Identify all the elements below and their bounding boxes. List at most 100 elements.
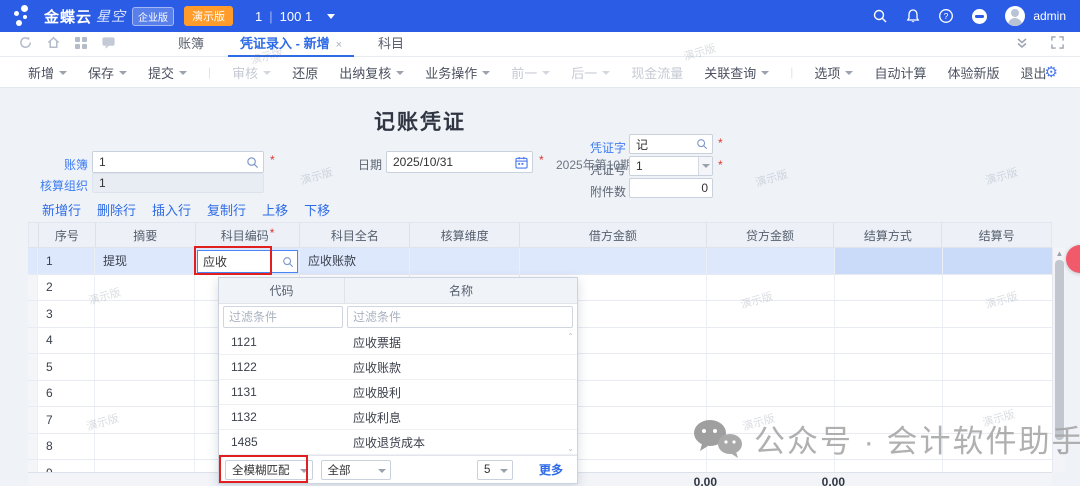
account-name-cell[interactable]: 应收账款	[300, 248, 410, 274]
row-gutter[interactable]	[28, 381, 38, 407]
toolbar-button[interactable]: 选项	[814, 63, 853, 82]
settle-no-cell[interactable]	[943, 354, 1052, 380]
date-input[interactable]: 2025/10/31	[386, 151, 533, 173]
tab-close-icon[interactable]: ×	[336, 39, 342, 51]
summary-cell[interactable]	[95, 354, 195, 380]
credit-cell[interactable]	[707, 354, 835, 380]
grid-column-header[interactable]: 科目全名	[300, 223, 410, 247]
more-link[interactable]: 更多	[539, 461, 563, 478]
lookup-magnifier-icon[interactable]	[282, 256, 294, 268]
toolbar-button[interactable]: 出纳复核	[339, 63, 404, 82]
grid-column-header[interactable]: 结算号	[942, 223, 1051, 247]
user-name[interactable]: admin	[1033, 9, 1066, 23]
tab-2[interactable]: 凭证录入 - 新增×	[222, 32, 360, 57]
settle-no-cell[interactable]	[943, 248, 1052, 274]
seq-cell[interactable]: 5	[38, 354, 95, 380]
attachments-input[interactable]: 0	[629, 178, 713, 198]
code-filter-input[interactable]	[223, 306, 343, 328]
tab-1[interactable]: 账簿	[160, 32, 222, 57]
row-action-link[interactable]: 复制行	[207, 200, 246, 219]
toolbar-button[interactable]: 新增	[28, 63, 67, 82]
tab-3[interactable]: 科目	[360, 32, 422, 57]
do-not-disturb-icon[interactable]	[971, 8, 988, 25]
name-filter-input[interactable]	[347, 306, 573, 328]
page-size-select[interactable]: 5	[477, 460, 513, 480]
lookup-magnifier-icon[interactable]	[246, 156, 259, 169]
home-icon[interactable]	[46, 35, 61, 53]
calendar-icon[interactable]	[515, 156, 528, 169]
collapse-double-chevron-icon[interactable]	[1015, 36, 1029, 53]
summary-cell[interactable]: 提现	[95, 248, 195, 274]
list-scroll-up-icon[interactable]: ⌃	[567, 332, 574, 341]
dimension-cell[interactable]	[410, 248, 520, 274]
row-gutter[interactable]	[28, 275, 38, 301]
seq-cell[interactable]: 1	[38, 248, 95, 274]
row-gutter[interactable]	[28, 248, 38, 274]
apps-grid-icon[interactable]	[74, 36, 88, 53]
toolbar-button[interactable]: 自动计算	[874, 63, 926, 82]
debit-cell[interactable]	[520, 248, 707, 274]
row-action-link[interactable]: 下移	[304, 200, 330, 219]
grid-column-header[interactable]: 贷方金额	[707, 223, 835, 247]
list-scroll-down-icon[interactable]: ⌄	[567, 444, 574, 453]
account-option-1122[interactable]: 1122应收账款	[219, 355, 577, 380]
account-option-1485[interactable]: 1485应收退货成本	[219, 430, 577, 455]
accounting-org-label[interactable]: 核算组织	[28, 177, 88, 194]
book-label[interactable]: 账簿	[30, 156, 88, 173]
row-gutter[interactable]	[28, 407, 38, 433]
user-avatar[interactable]	[1005, 6, 1025, 26]
voucher-word-label[interactable]: 凭证字	[586, 139, 626, 156]
row-action-link[interactable]: 上移	[262, 200, 288, 219]
fullscreen-icon[interactable]	[1051, 36, 1064, 52]
scrollbar-thumb[interactable]	[1055, 260, 1064, 440]
row-gutter[interactable]	[28, 328, 38, 354]
grid-column-header[interactable]: 科目编码*	[196, 223, 301, 247]
row-action-link[interactable]: 删除行	[97, 200, 136, 219]
book-input[interactable]: 1	[92, 151, 264, 173]
voucher-word-input[interactable]: 记	[629, 134, 713, 154]
credit-cell[interactable]	[707, 328, 835, 354]
grid-column-header[interactable]: 核算维度	[410, 223, 520, 247]
row-action-link[interactable]: 插入行	[152, 200, 191, 219]
seq-cell[interactable]: 6	[38, 381, 95, 407]
toolbar-button[interactable]: 保存	[88, 63, 127, 82]
scroll-up-arrow-icon[interactable]: ▲	[1054, 249, 1065, 258]
settle-method-cell[interactable]	[835, 275, 943, 301]
grid-row-1[interactable]: 1提现 应收账款	[28, 248, 1052, 275]
voucher-no-dropdown-button[interactable]	[698, 157, 712, 175]
toolbar-settings-gear-icon[interactable]: ⚙	[1045, 63, 1058, 81]
search-icon[interactable]	[872, 8, 888, 24]
summary-cell[interactable]	[95, 328, 195, 354]
grid-column-header[interactable]: 序号	[39, 223, 96, 247]
grid-column-header[interactable]: 结算方式	[834, 223, 942, 247]
seq-cell[interactable]: 3	[38, 301, 95, 327]
message-icon[interactable]	[101, 35, 116, 53]
credit-cell[interactable]	[707, 248, 835, 274]
settle-method-cell[interactable]	[835, 248, 943, 274]
toolbar-button[interactable]: 业务操作	[425, 63, 490, 82]
toolbar-button[interactable]: 关联查询	[704, 63, 769, 82]
credit-cell[interactable]	[707, 381, 835, 407]
row-gutter[interactable]	[28, 301, 38, 327]
account-option-1121[interactable]: 1121应收票据	[219, 330, 577, 355]
toolbar-button[interactable]: 还原	[292, 63, 318, 82]
grid-column-header[interactable]: 摘要	[96, 223, 196, 247]
settle-method-cell[interactable]	[835, 354, 943, 380]
help-icon[interactable]: ?	[938, 8, 954, 24]
seq-cell[interactable]: 4	[38, 328, 95, 354]
settle-method-cell[interactable]	[835, 381, 943, 407]
voucher-no-input[interactable]: 1	[629, 156, 713, 176]
row-action-link[interactable]: 新增行	[42, 200, 81, 219]
toolbar-button[interactable]: 提交	[148, 63, 187, 82]
settle-method-cell[interactable]	[835, 301, 943, 327]
seq-cell[interactable]: 8	[38, 434, 95, 460]
account-option-1131[interactable]: 1131应收股利	[219, 380, 577, 405]
summary-cell[interactable]	[95, 301, 195, 327]
scope-select[interactable]: 全部	[321, 460, 391, 480]
floating-demo-badge[interactable]	[1066, 245, 1080, 273]
row-gutter[interactable]	[28, 354, 38, 380]
grid-column-header[interactable]: 借方金额	[520, 223, 707, 247]
sync-icon[interactable]	[18, 35, 33, 53]
settle-no-cell[interactable]	[943, 381, 1052, 407]
settle-method-cell[interactable]	[835, 328, 943, 354]
